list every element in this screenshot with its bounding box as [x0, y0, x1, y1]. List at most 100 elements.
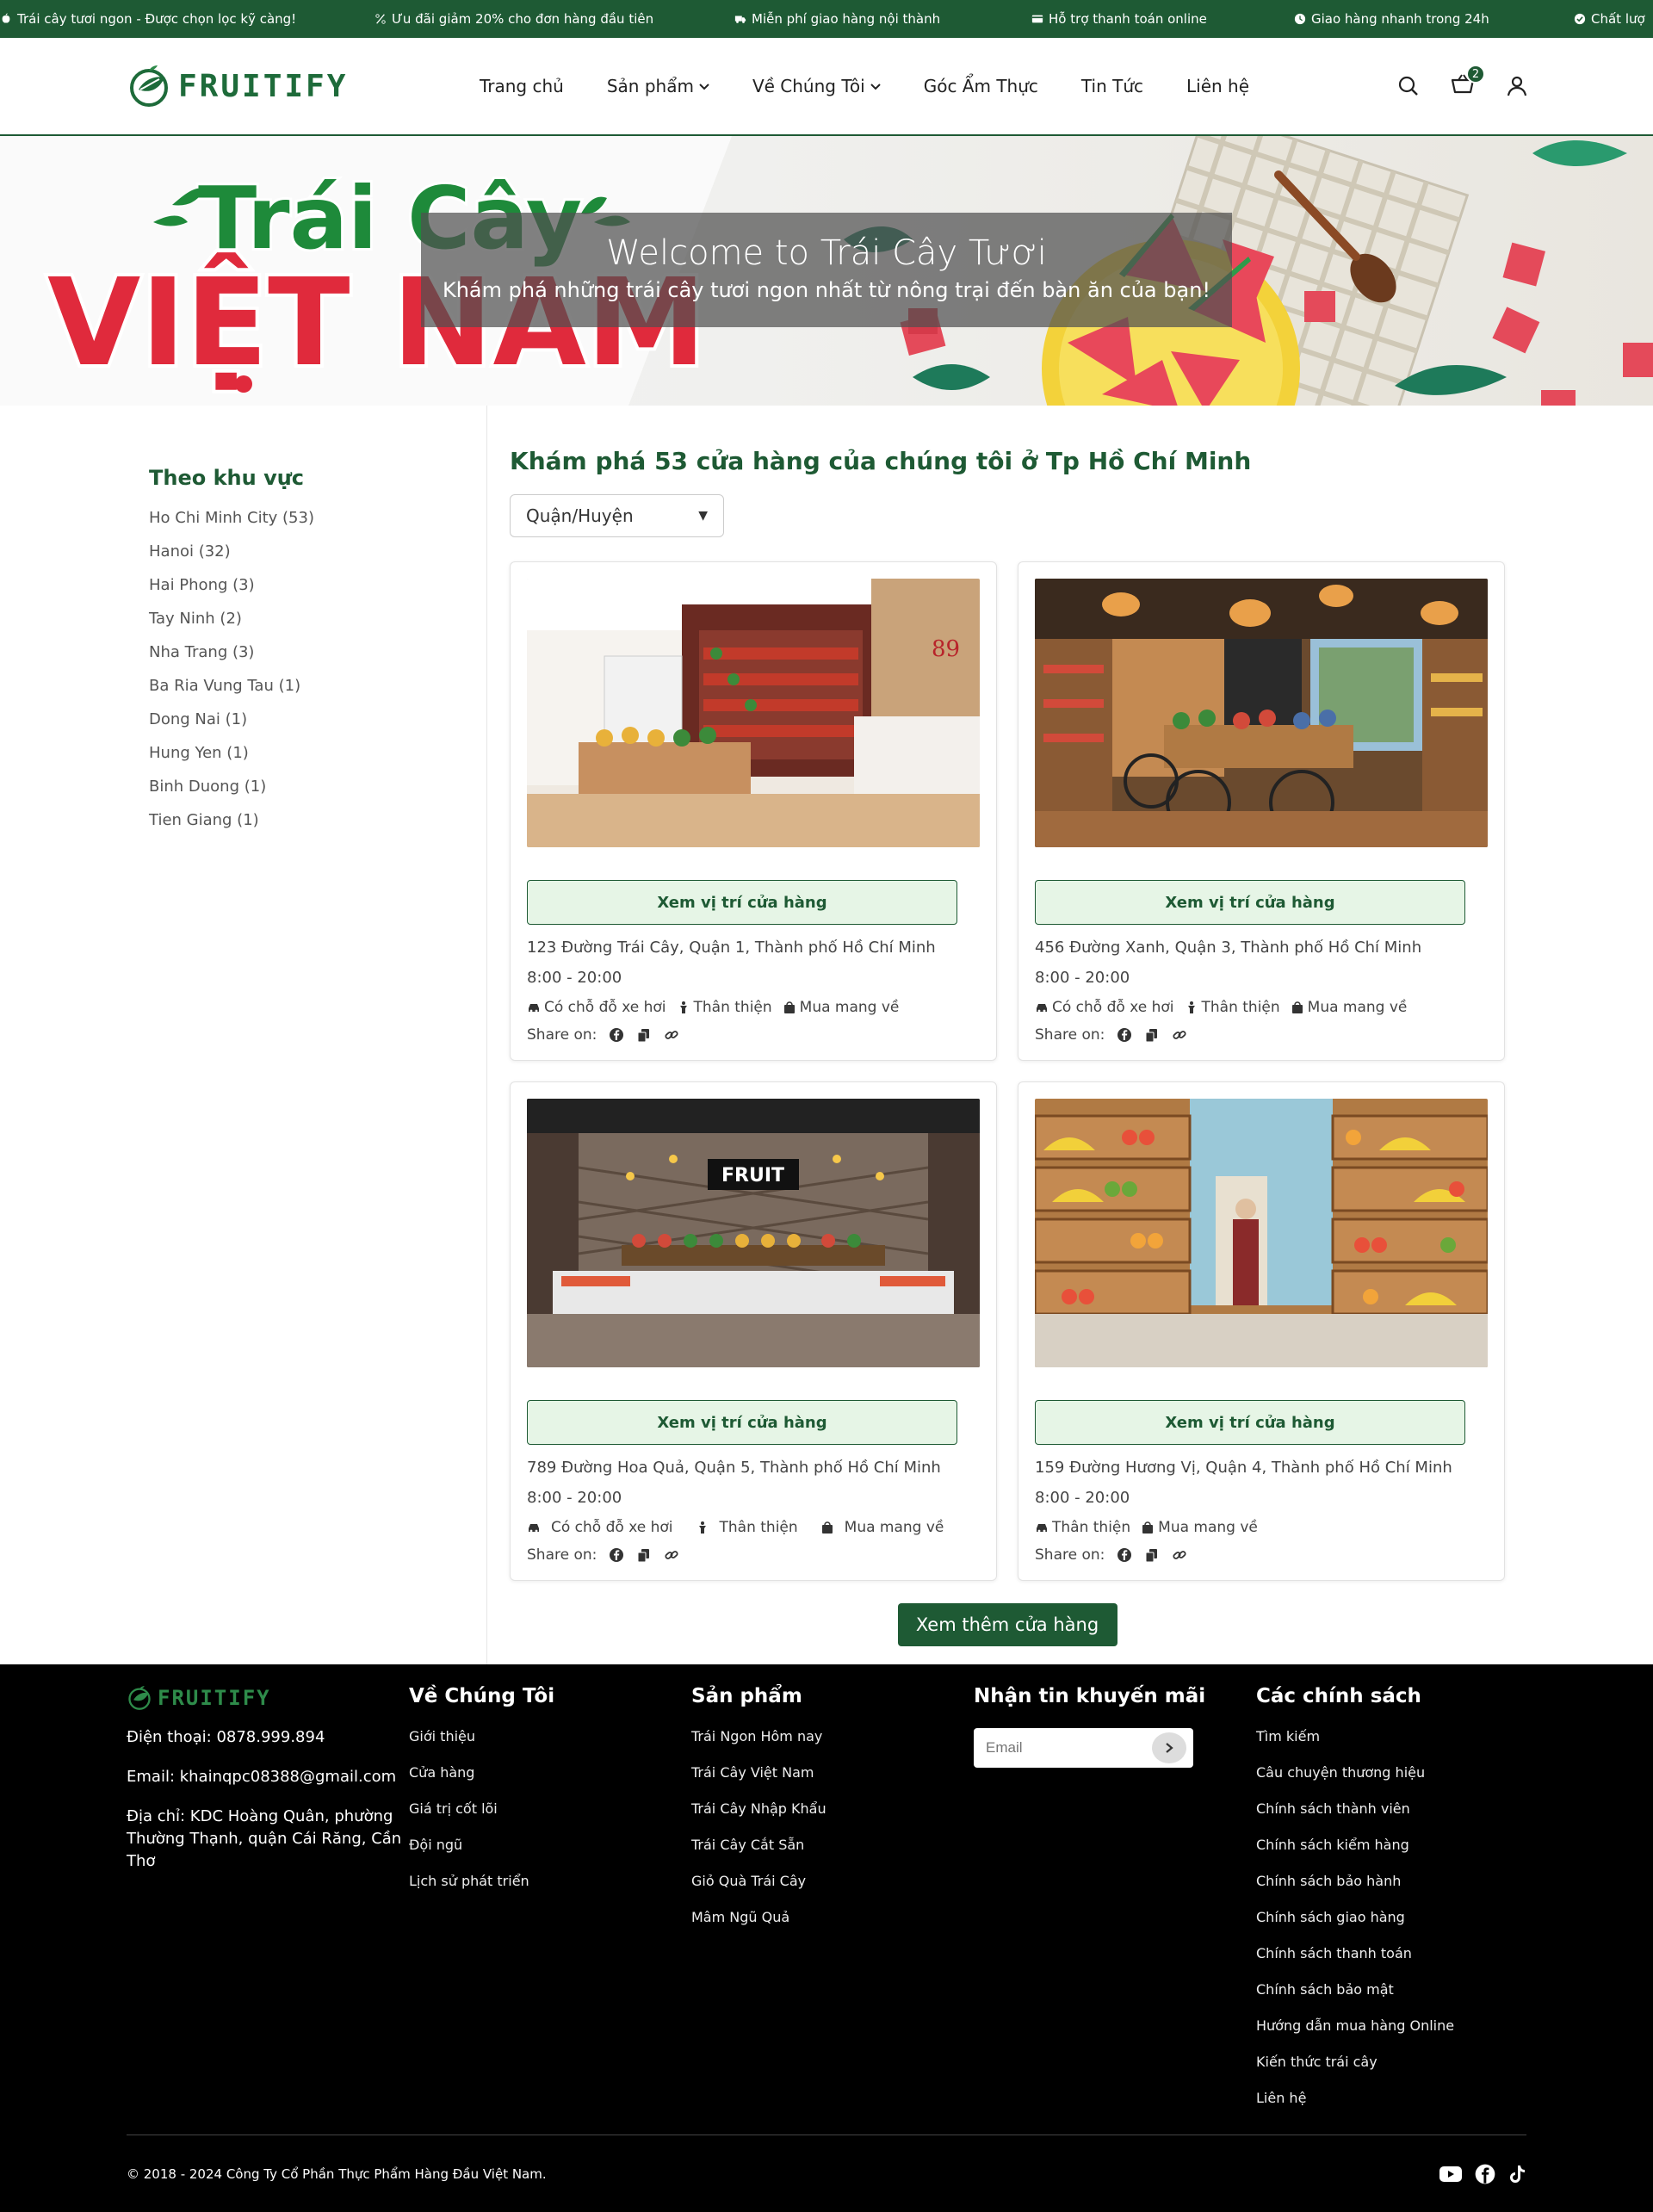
store-card: FRUIT Xem vị trí cửa hàng 789 Đường Hoa …	[510, 1081, 997, 1581]
main-nav: Trang chủ Sản phẩm Về Chúng Tôi Góc Ẩm T…	[480, 76, 1249, 96]
store-interior-image	[1035, 579, 1488, 847]
footer-link[interactable]: Lịch sử phát triển	[409, 1873, 691, 1889]
footer-link[interactable]: Chính sách thành viên	[1256, 1800, 1538, 1817]
car-icon	[529, 1004, 539, 1013]
footer-link[interactable]: Chính sách thanh toán	[1256, 1945, 1538, 1961]
copy-icon[interactable]	[636, 1027, 652, 1043]
district-select[interactable]: Quận/Huyện ▼	[510, 494, 724, 537]
chevron-down-icon	[699, 84, 709, 90]
cart-button[interactable]: 2	[1451, 65, 1485, 99]
search-icon[interactable]	[1397, 75, 1420, 97]
footer-link[interactable]: Chính sách kiểm hàng	[1256, 1837, 1538, 1853]
facebook-icon[interactable]	[609, 1027, 624, 1043]
footer-link[interactable]: Liên hệ	[1256, 2090, 1538, 2106]
region-item[interactable]: Tien Giang (1)	[149, 811, 486, 829]
footer-link[interactable]: Giới thiệu	[409, 1728, 691, 1744]
footer-link[interactable]: Câu chuyện thương hiệu	[1256, 1764, 1538, 1781]
tiktok-icon[interactable]	[1508, 2164, 1526, 2184]
footer-about: Về Chúng Tôi Giới thiệu Cửa hàng Giá trị…	[409, 1685, 691, 2126]
facebook-icon[interactable]	[1117, 1547, 1132, 1563]
footer-link[interactable]: Kiến thức trái cây	[1256, 2054, 1538, 2070]
announcement-item: Ưu đãi giảm 20% cho đơn hàng đầu tiên	[375, 11, 734, 27]
announcement-bar: Trái cây tươi ngon - Được chọn lọc kỹ cà…	[0, 0, 1653, 38]
nav-products[interactable]: Sản phẩm	[607, 76, 709, 96]
clock-icon	[1294, 13, 1306, 25]
region-item[interactable]: Binh Duong (1)	[149, 778, 486, 796]
person-icon	[698, 1521, 706, 1534]
footer-link[interactable]: Tìm kiếm	[1256, 1728, 1538, 1744]
cart-count-badge: 2	[1466, 65, 1485, 84]
footer-link[interactable]: Chính sách bảo mật	[1256, 1981, 1538, 1998]
newsletter-submit-button[interactable]	[1152, 1732, 1186, 1763]
percent-icon	[375, 14, 386, 24]
footer-email: Email: khainqpc08388@gmail.com	[127, 1768, 397, 1787]
car-icon	[1037, 1524, 1047, 1533]
link-icon[interactable]	[664, 1027, 679, 1043]
footer-policies: Các chính sách Tìm kiếm Câu chuyện thươn…	[1256, 1685, 1538, 2126]
facebook-icon[interactable]	[1117, 1027, 1132, 1043]
footer-link[interactable]: Hướng dẫn mua hàng Online	[1256, 2017, 1538, 2034]
hero-banner: Trái Cây VIỆT NAM Welcome to Trái Cây Tư…	[0, 136, 1653, 406]
region-item[interactable]: Hanoi (32)	[149, 542, 486, 561]
announcement-item: Hỗ trợ thanh toán online	[1031, 11, 1294, 27]
link-icon[interactable]	[1172, 1547, 1187, 1563]
footer-link[interactable]: Trái Ngon Hôm nay	[691, 1728, 974, 1744]
youtube-icon[interactable]	[1439, 2165, 1463, 2184]
dropdown-arrow-icon: ▼	[698, 509, 708, 523]
region-item[interactable]: Dong Nai (1)	[149, 710, 486, 728]
nav-news[interactable]: Tin Tức	[1081, 76, 1143, 96]
newsletter-email-input[interactable]	[986, 1739, 1141, 1757]
person-icon	[1187, 1001, 1195, 1013]
footer-address: Địa chỉ: KDC Hoàng Quân, phường Thường T…	[127, 1807, 402, 1871]
store-features: Có chỗ đỗ xe hơi Thân thiện Mua mang về	[1035, 999, 1488, 1016]
copy-icon[interactable]	[636, 1547, 652, 1563]
shopping-bag-icon	[1291, 1001, 1303, 1013]
footer-newsletter-title: Nhận tin khuyến mãi	[974, 1685, 1206, 1707]
footer-link[interactable]: Mâm Ngũ Quả	[691, 1909, 974, 1925]
region-item[interactable]: Ho Chi Minh City (53)	[149, 509, 486, 527]
footer-link[interactable]: Giỏ Quà Trái Cây	[691, 1873, 974, 1889]
logo[interactable]: FRUITIFY	[127, 64, 350, 108]
view-location-button[interactable]: Xem vị trí cửa hàng	[527, 880, 957, 925]
footer-link[interactable]: Giá trị cốt lõi	[409, 1800, 691, 1817]
footer-logo[interactable]: FRUITIFY	[127, 1685, 409, 1711]
footer-link[interactable]: Chính sách bảo hành	[1256, 1873, 1538, 1889]
copy-icon[interactable]	[1144, 1547, 1160, 1563]
store-features: Có chỗ đỗ xe hơi Thân thiện Mua mang về	[527, 1519, 980, 1536]
view-location-button[interactable]: Xem vị trí cửa hàng	[1035, 1400, 1465, 1445]
link-icon[interactable]	[1172, 1027, 1187, 1043]
banner-title: Welcome to Trái Cây Tươi	[606, 233, 1047, 273]
facebook-icon[interactable]	[1475, 2164, 1495, 2184]
region-item[interactable]: Ba Ria Vung Tau (1)	[149, 677, 486, 695]
user-icon[interactable]	[1506, 75, 1528, 97]
nav-culinary[interactable]: Góc Ẩm Thực	[924, 76, 1038, 96]
footer-link[interactable]: Trái Cây Cắt Sẵn	[691, 1837, 974, 1853]
load-more-stores-button[interactable]: Xem thêm cửa hàng	[897, 1603, 1117, 1646]
footer-link[interactable]: Trái Cây Việt Nam	[691, 1764, 974, 1781]
link-icon[interactable]	[664, 1547, 679, 1563]
shopping-bag-icon	[783, 1001, 795, 1013]
region-item[interactable]: Hung Yen (1)	[149, 744, 486, 762]
nav-contact[interactable]: Liên hệ	[1186, 76, 1249, 96]
region-item[interactable]: Hai Phong (3)	[149, 576, 486, 594]
nav-home[interactable]: Trang chủ	[480, 76, 564, 96]
feature-takeaway: Mua mang về	[1141, 1519, 1258, 1536]
view-location-button[interactable]: Xem vị trí cửa hàng	[1035, 880, 1465, 925]
store-photo: FRUIT	[527, 1099, 980, 1367]
view-location-button[interactable]: Xem vị trí cửa hàng	[527, 1400, 957, 1445]
footer-link[interactable]: Cửa hàng	[409, 1764, 691, 1781]
apple-icon	[2, 13, 10, 23]
nav-about[interactable]: Về Chúng Tôi	[752, 76, 881, 96]
region-item[interactable]: Tay Ninh (2)	[149, 610, 486, 628]
footer-products: Sản phẩm Trái Ngon Hôm nay Trái Cây Việt…	[691, 1685, 974, 2126]
facebook-icon[interactable]	[609, 1547, 624, 1563]
svg-text:FRUIT: FRUIT	[721, 1165, 784, 1187]
region-item[interactable]: Nha Trang (3)	[149, 643, 486, 661]
footer-link[interactable]: Chính sách giao hàng	[1256, 1909, 1538, 1925]
footer-link[interactable]: Trái Cây Nhập Khẩu	[691, 1800, 974, 1817]
copy-icon[interactable]	[1144, 1027, 1160, 1043]
banner-subtitle: Khám phá những trái cây tươi ngon nhất t…	[442, 278, 1211, 302]
leaf-logo-icon	[130, 65, 168, 107]
footer-link[interactable]: Đội ngũ	[409, 1837, 691, 1853]
more-wrap: Xem thêm cửa hàng	[510, 1603, 1505, 1646]
